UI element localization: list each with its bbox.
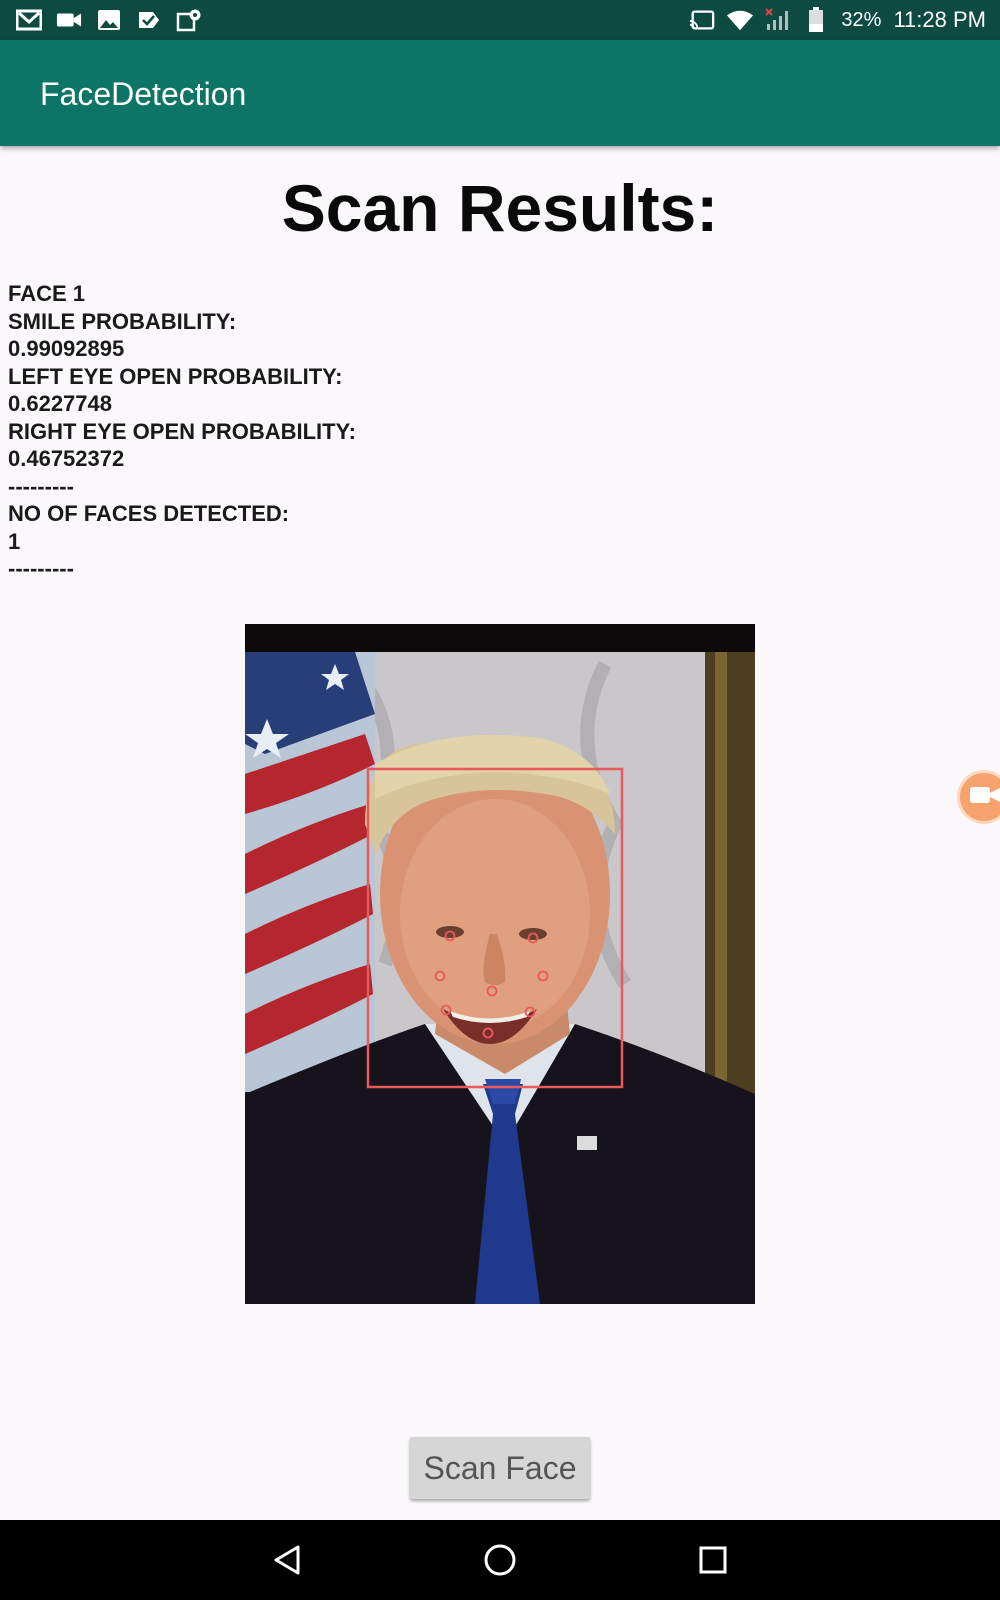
cast-icon xyxy=(689,7,715,33)
check-icon xyxy=(136,7,162,33)
result-line: NO OF FACES DETECTED: xyxy=(8,501,290,526)
result-line: --------- xyxy=(8,556,74,581)
floating-camera-button[interactable] xyxy=(957,770,1000,824)
page-title: Scan Results: xyxy=(281,171,719,245)
home-icon xyxy=(484,1544,516,1576)
recents-icon xyxy=(699,1546,727,1574)
notification-icons xyxy=(16,7,202,33)
scan-results: FACE 1 SMILE PROBABILITY: 0.99092895 LEF… xyxy=(8,280,608,583)
photo-illustration xyxy=(245,624,755,1304)
status-bar: 32% 11:28 PM xyxy=(0,0,1000,40)
result-line: LEFT EYE OPEN PROBABILITY: xyxy=(8,363,343,389)
gallery-icon xyxy=(96,7,122,33)
back-button[interactable] xyxy=(267,1540,307,1580)
battery-percent: 32% xyxy=(841,8,882,31)
scanned-photo xyxy=(245,624,755,1304)
result-line: 0.99092895 xyxy=(8,336,125,361)
signal-icon xyxy=(765,7,791,33)
result-line: 0.46752372 xyxy=(8,446,125,471)
result-line: --------- xyxy=(8,473,74,499)
wifi-icon xyxy=(727,7,754,33)
recents-button[interactable] xyxy=(693,1540,733,1580)
back-icon xyxy=(274,1545,300,1575)
result-line: SMILE PROBABILITY: xyxy=(8,308,237,334)
battery-icon xyxy=(803,7,829,33)
system-nav-bar xyxy=(0,1520,1000,1600)
app-title: FaceDetection xyxy=(40,76,247,112)
scan-face-button[interactable]: Scan Face xyxy=(410,1437,590,1499)
home-button[interactable] xyxy=(480,1540,520,1580)
result-line: 0.6227748 xyxy=(8,391,112,416)
app-bar: FaceDetection xyxy=(0,40,1000,146)
result-line: RIGHT EYE OPEN PROBABILITY: xyxy=(8,418,356,444)
camera-icon xyxy=(970,784,1000,811)
result-line: 1 xyxy=(8,528,21,554)
gmail-icon xyxy=(16,7,42,33)
clock: 11:28 PM xyxy=(893,7,986,32)
system-status: 32% 11:28 PM xyxy=(689,0,986,40)
maps-icon xyxy=(176,7,202,33)
result-line: FACE 1 xyxy=(8,281,86,306)
video-icon xyxy=(56,7,82,33)
